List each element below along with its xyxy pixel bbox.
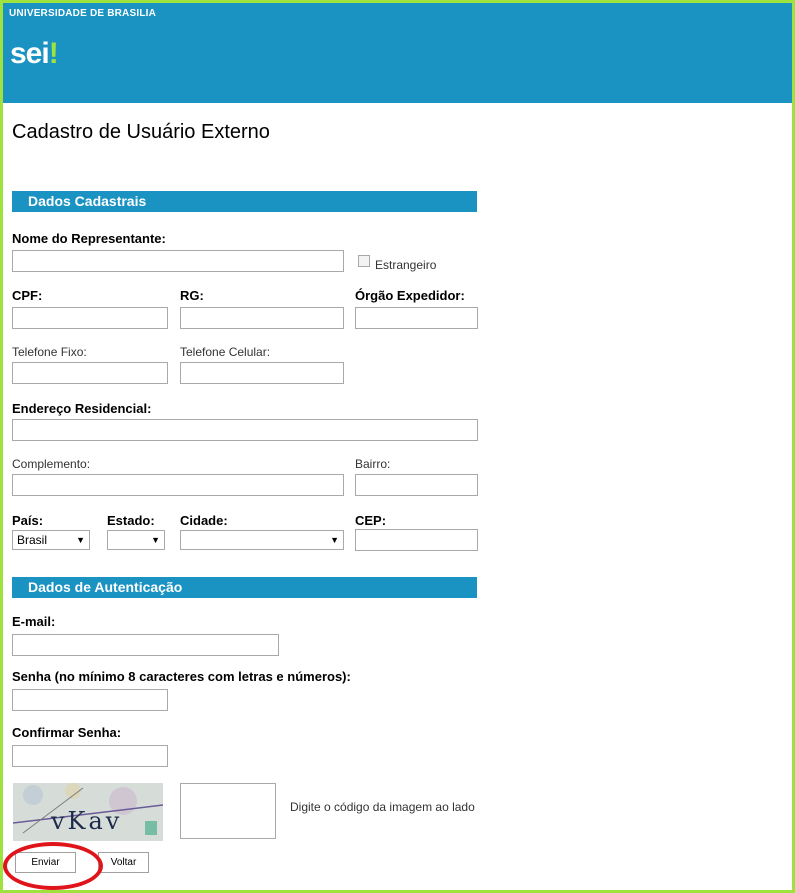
orgao-expedidor-label: Órgão Expedidor: bbox=[355, 288, 465, 303]
estado-label: Estado: bbox=[107, 513, 155, 528]
captcha-input[interactable] bbox=[180, 783, 276, 839]
page-title: Cadastro de Usuário Externo bbox=[12, 121, 270, 143]
endereco-label: Endereço Residencial: bbox=[12, 401, 152, 416]
sei-logo[interactable]: sei! bbox=[10, 37, 59, 71]
chevron-down-icon: ▼ bbox=[330, 535, 339, 545]
cidade-label: Cidade: bbox=[180, 513, 228, 528]
rg-input[interactable] bbox=[180, 307, 344, 329]
page-content: UNIVERSIDADE DE BRASILIA sei! Cadastro d… bbox=[3, 3, 792, 890]
senha-label: Senha (no mínimo 8 caracteres com letras… bbox=[12, 669, 351, 684]
orgao-expedidor-input[interactable] bbox=[355, 307, 478, 329]
rg-label: RG: bbox=[180, 288, 204, 303]
estado-select[interactable]: ▼ bbox=[107, 530, 165, 550]
nome-representante-input[interactable] bbox=[12, 250, 344, 272]
cep-input[interactable] bbox=[355, 529, 478, 551]
email-label: E-mail: bbox=[12, 614, 56, 629]
confirmar-senha-label: Confirmar Senha: bbox=[12, 725, 122, 740]
captcha-hint: Digite o código da imagem ao lado bbox=[290, 800, 475, 814]
section-dados-autenticacao: Dados de Autenticação bbox=[12, 577, 477, 598]
chevron-down-icon: ▼ bbox=[76, 535, 85, 545]
cidade-select[interactable]: ▼ bbox=[180, 530, 344, 550]
logo-text: sei bbox=[10, 37, 50, 70]
university-name: UNIVERSIDADE DE BRASILIA bbox=[9, 8, 157, 19]
pais-label: País: bbox=[12, 513, 44, 528]
nome-representante-label: Nome do Representante: bbox=[12, 231, 166, 246]
senha-input[interactable] bbox=[12, 689, 168, 711]
logo-dot: ! bbox=[48, 37, 59, 70]
estrangeiro-checkbox[interactable] bbox=[358, 255, 370, 267]
bairro-input[interactable] bbox=[355, 474, 478, 496]
pais-select[interactable]: Brasil ▼ bbox=[12, 530, 90, 550]
highlight-circle bbox=[3, 842, 103, 890]
section-dados-cadastrais: Dados Cadastrais bbox=[12, 191, 477, 212]
telefone-fixo-input[interactable] bbox=[12, 362, 168, 384]
captcha-image: vKav bbox=[12, 783, 164, 841]
confirmar-senha-input[interactable] bbox=[12, 745, 168, 767]
telefone-celular-input[interactable] bbox=[180, 362, 344, 384]
cep-label: CEP: bbox=[355, 513, 387, 528]
estrangeiro-label: Estrangeiro bbox=[375, 258, 437, 272]
cpf-label: CPF: bbox=[12, 288, 43, 303]
complemento-input[interactable] bbox=[12, 474, 344, 496]
bairro-label: Bairro: bbox=[355, 457, 391, 471]
endereco-input[interactable] bbox=[12, 419, 478, 441]
cpf-input[interactable] bbox=[12, 307, 168, 329]
email-input[interactable] bbox=[12, 634, 279, 656]
complemento-label: Complemento: bbox=[12, 457, 91, 471]
telefone-fixo-label: Telefone Fixo: bbox=[12, 345, 87, 359]
captcha-text: vKav bbox=[51, 807, 123, 835]
pais-value: Brasil bbox=[17, 533, 48, 547]
voltar-button[interactable]: Voltar bbox=[98, 852, 149, 873]
header-banner: UNIVERSIDADE DE BRASILIA sei! bbox=[3, 3, 792, 103]
telefone-celular-label: Telefone Celular: bbox=[180, 345, 271, 359]
chevron-down-icon: ▼ bbox=[151, 535, 160, 545]
